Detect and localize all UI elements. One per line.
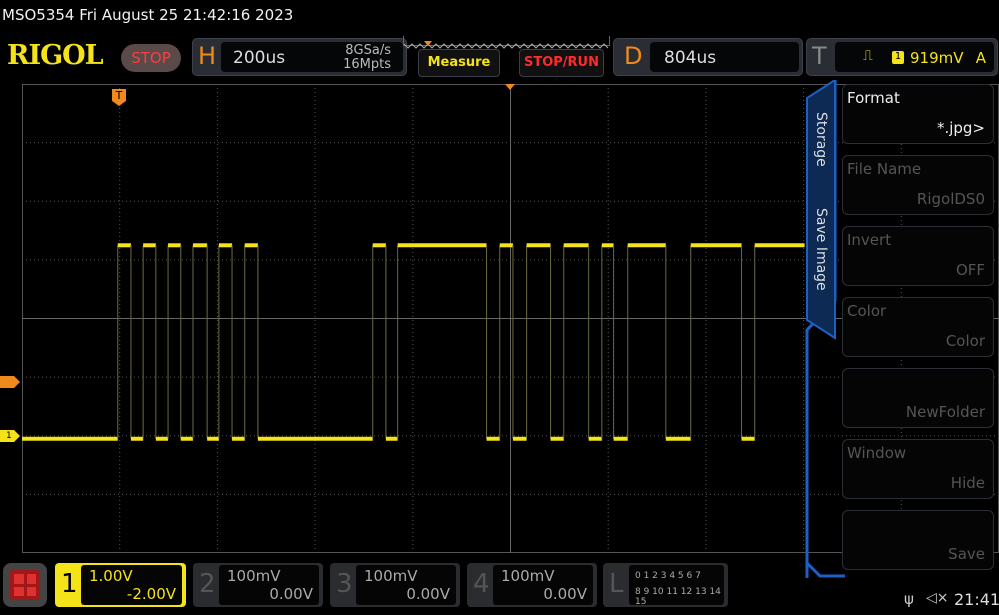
horizontal-label: H xyxy=(198,42,217,70)
trigger-level: 919mV xyxy=(910,49,964,67)
menu-item-window[interactable]: Window Hide xyxy=(842,439,994,499)
trigger-mode: A xyxy=(975,49,986,67)
ch1-ground-marker[interactable]: 1 xyxy=(0,430,20,442)
timebase-value: 200us xyxy=(233,48,286,68)
trigger-level-marker[interactable] xyxy=(0,376,20,388)
channel-number: 1 xyxy=(61,569,78,599)
logic-label: L xyxy=(609,569,624,599)
menu-item-label: Window xyxy=(847,444,907,462)
menu-tab-storage[interactable]: Storage xyxy=(813,112,829,167)
channel-scale: 100mV xyxy=(501,567,555,585)
memory-depth: 16Mpts xyxy=(343,57,391,72)
delay-panel[interactable]: D 804us xyxy=(613,38,803,76)
menu-item-value: Save xyxy=(948,545,985,563)
menu-item-label: Format xyxy=(847,89,900,107)
rising-edge-icon: ⎍ xyxy=(863,48,873,64)
navigation-button[interactable] xyxy=(3,563,47,607)
channel-scale: 100mV xyxy=(364,567,418,585)
menu-item-value: NewFolder xyxy=(905,403,985,421)
menu-item-value: OFF xyxy=(955,261,985,279)
menu-item-value: Color xyxy=(945,332,985,350)
memory-overview xyxy=(403,36,610,49)
trigger-label: T xyxy=(812,42,827,70)
delay-label: D xyxy=(624,42,643,70)
menu-item-value: RigolDS0 xyxy=(916,190,985,208)
channel-4-panel[interactable]: 4 100mV 0.00V xyxy=(467,563,597,607)
menu-item-color[interactable]: Color Color xyxy=(842,297,994,357)
menu-item-invert[interactable]: Invert OFF xyxy=(842,226,994,286)
channel-offset: -2.00V xyxy=(126,585,176,603)
trigger-source-badge: 1 xyxy=(892,51,904,64)
menu-item-save[interactable]: Save xyxy=(842,510,994,570)
center-marker xyxy=(505,84,515,90)
delay-value: 804us xyxy=(664,48,717,68)
usb-icon: ψ xyxy=(904,590,914,608)
rigol-logo: RIGOL xyxy=(7,40,104,71)
menu-item-new-folder[interactable]: NewFolder xyxy=(842,368,994,428)
channel-scale: 1.00V xyxy=(89,567,133,585)
channel-offset: 0.00V xyxy=(406,585,450,603)
measure-button[interactable]: Measure xyxy=(418,49,500,77)
channel-offset: 0.00V xyxy=(269,585,313,603)
menu-item-label: Color xyxy=(847,302,887,320)
logic-channels-row2: 8 9 10 11 12 13 14 15 xyxy=(635,587,721,607)
channel-number: 2 xyxy=(199,569,216,599)
channel-number: 4 xyxy=(473,569,490,599)
mute-icon[interactable]: ◁× xyxy=(926,590,949,606)
trigger-panel[interactable]: T ⎍ 1 919mV A xyxy=(806,38,998,76)
logic-panel[interactable]: L 0 1 2 3 4 5 6 7 8 9 10 11 12 13 14 15 xyxy=(603,563,728,607)
save-image-menu: Storage Save Image Format *.jpg> File Nam… xyxy=(805,80,999,578)
status-title: MSO5354 Fri August 25 21:42:16 2023 xyxy=(2,6,294,24)
menu-item-value: *.jpg> xyxy=(936,119,985,137)
menu-item-label: Invert xyxy=(847,231,892,249)
channel-number: 3 xyxy=(336,569,353,599)
channel-1-panel[interactable]: 1 1.00V -2.00V xyxy=(55,563,186,607)
menu-item-label: File Name xyxy=(847,160,922,178)
horizontal-panel[interactable]: H 200us 8GSa/s 16Mpts xyxy=(192,38,407,76)
system-clock: 21:41 xyxy=(954,590,999,609)
menu-item-value: Hide xyxy=(950,474,985,492)
channel-offset: 0.00V xyxy=(543,585,587,603)
run-state-badge: STOP xyxy=(121,44,181,72)
channel-2-panel[interactable]: 2 100mV 0.00V xyxy=(193,563,323,607)
grid-menu-icon xyxy=(10,570,40,600)
stop-run-button[interactable]: STOP/RUN xyxy=(519,49,604,77)
logic-channels-row1: 0 1 2 3 4 5 6 7 xyxy=(635,571,701,581)
menu-tab-save-image[interactable]: Save Image xyxy=(813,208,829,291)
channel-3-panel[interactable]: 3 100mV 0.00V xyxy=(330,563,460,607)
sample-rate: 8GSa/s xyxy=(345,43,391,58)
menu-item-format[interactable]: Format *.jpg> xyxy=(842,84,994,144)
channel-scale: 100mV xyxy=(227,567,281,585)
menu-item-file-name[interactable]: File Name RigolDS0 xyxy=(842,155,994,215)
